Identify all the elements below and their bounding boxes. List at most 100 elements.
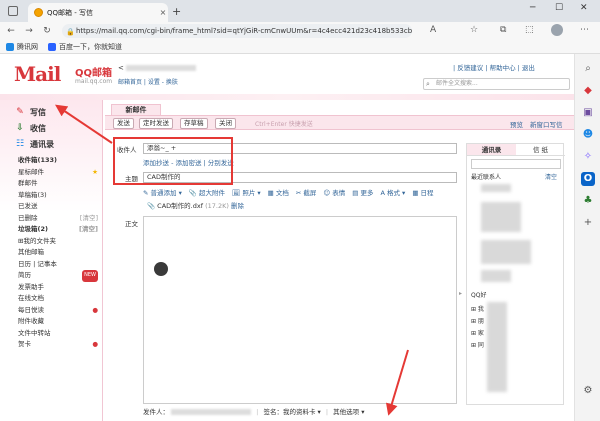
folder-item[interactable]: 其他邮箱 bbox=[18, 247, 98, 259]
qq-group-item[interactable]: ⊞ 家 bbox=[471, 328, 484, 337]
outlook-icon[interactable]: O bbox=[581, 172, 595, 186]
redacted-contact bbox=[481, 240, 531, 264]
profile-avatar[interactable] bbox=[551, 24, 563, 36]
attachment-item[interactable]: 📎 CAD制作的.dxf (17.2K) 删除 bbox=[147, 200, 244, 210]
minimize-icon[interactable]: ─ bbox=[530, 3, 535, 13]
refresh-icon[interactable]: ↻ bbox=[40, 26, 54, 36]
folder-list: 收件箱(133) 星标邮件 ★ 群邮件 草稿箱(3) 已发送 已删除 [清空] 垃圾箱(2) [清… bbox=[18, 155, 98, 351]
qq-group-item[interactable]: ⊞ 同 bbox=[471, 340, 484, 349]
folder-item[interactable]: 日历 | 记事本 bbox=[18, 259, 98, 271]
top-links[interactable]: | 反馈建议 | 帮助中心 | 退出 bbox=[453, 62, 535, 72]
signature-select[interactable]: 签名：我的资料卡 ▾ bbox=[263, 408, 320, 416]
folder-item[interactable]: 已发送 bbox=[18, 201, 98, 213]
preview-link[interactable]: 预览 bbox=[510, 119, 523, 129]
sidebar-settings-icon[interactable]: ⚙ bbox=[581, 384, 595, 398]
user-links[interactable]: 邮箱首页 | 设置 - 换肤 bbox=[118, 77, 178, 86]
other-options-link[interactable]: 其他选项 ▾ bbox=[333, 408, 364, 416]
qq-friends-title: QQ好 bbox=[471, 292, 487, 299]
new-tab-button[interactable]: + bbox=[172, 5, 181, 18]
format-tool[interactable]: 🖼 照片 ▾ bbox=[232, 189, 261, 197]
browser-tab[interactable]: QQ邮箱 - 写信 × bbox=[28, 3, 168, 22]
qq-group-item[interactable]: ⊞ 我 bbox=[471, 304, 484, 313]
contacts-tabs: 通讯录 信 纸 bbox=[467, 144, 565, 156]
tab-contacts[interactable]: 通讯录 bbox=[467, 144, 516, 156]
sender-redacted[interactable] bbox=[171, 409, 252, 415]
format-tool[interactable]: ▦ 文档 bbox=[268, 189, 289, 197]
tag-icon[interactable]: ◆ bbox=[581, 84, 595, 98]
url-bar[interactable]: 🔒 https://mail.qq.com/cgi-bin/frame_html… bbox=[62, 24, 412, 38]
format-tool[interactable]: ▦ 日程 bbox=[412, 189, 433, 197]
browser-address-row: ← → ↻ 🔒 https://mail.qq.com/cgi-bin/fram… bbox=[0, 22, 600, 40]
copilot-icon[interactable]: ✧ bbox=[581, 150, 595, 164]
redacted-contact bbox=[481, 184, 511, 192]
save-draft-button[interactable]: 存草稿 bbox=[180, 118, 208, 129]
format-tool[interactable]: ▤ 更多 bbox=[352, 189, 373, 197]
tab-close-icon[interactable]: × bbox=[158, 8, 168, 17]
attachment-size: (17.2K) bbox=[205, 202, 229, 210]
favorites-icon[interactable]: ☆ bbox=[470, 25, 478, 35]
folder-item[interactable]: 垃圾箱(2) [清空] bbox=[18, 224, 98, 236]
reader-icon[interactable]: A bbox=[430, 25, 436, 35]
receive-button[interactable]: ⇩ 收信 bbox=[14, 121, 46, 135]
tab-stationery[interactable]: 信 纸 bbox=[516, 144, 565, 156]
workspace-icon[interactable] bbox=[8, 6, 18, 16]
folder-item[interactable]: 发票助手 bbox=[18, 282, 98, 294]
more-menu-icon[interactable]: ⋯ bbox=[580, 25, 589, 35]
new-mail-tab[interactable]: 新邮件 bbox=[111, 104, 161, 115]
format-tool[interactable]: A 格式 ▾ bbox=[380, 189, 405, 197]
body-editor[interactable] bbox=[143, 216, 457, 404]
clear-recent-link[interactable]: 清空 bbox=[545, 172, 557, 181]
contacts-button[interactable]: ☷ 通讯录 bbox=[14, 137, 54, 151]
format-tool[interactable]: ✎ 普通添加 ▾ bbox=[143, 189, 182, 197]
folder-item[interactable]: 已删除 [清空] bbox=[18, 213, 98, 225]
back-icon[interactable]: ← bbox=[4, 26, 18, 36]
collections-icon[interactable]: ⧉ bbox=[500, 25, 506, 35]
people-icon[interactable]: ☻ bbox=[581, 128, 595, 142]
window-close-icon[interactable]: ✕ bbox=[580, 3, 588, 13]
send-button[interactable]: 发送 bbox=[113, 118, 134, 129]
contacts-icon: ☷ bbox=[15, 139, 25, 149]
format-tool[interactable]: ✂ 截屏 bbox=[296, 189, 317, 197]
bookmark-baidu[interactable]: 百度一下，你就知道 bbox=[48, 42, 122, 52]
tencent-icon bbox=[6, 42, 14, 51]
extensions-icon[interactable]: ⬚ bbox=[525, 25, 534, 35]
schedule-send-button[interactable]: 定时发送 bbox=[139, 118, 173, 129]
contacts-panel: 通讯录 信 纸 最近联系人 清空 QQ好 ⊞ 我 ⊞ 朋 ⊞ 家 ⊞ 同 bbox=[466, 143, 565, 405]
signature-avatar bbox=[154, 262, 168, 276]
add-icon[interactable]: + bbox=[581, 216, 595, 230]
mail-search-input[interactable]: ⌕ 邮件全文搜索... bbox=[423, 78, 570, 90]
folder-item[interactable]: ⊞我的文件夹 bbox=[18, 236, 98, 248]
left-nav: ✎ 写信 ⇩ 收信 ☷ 通讯录 收件箱(133) 星标邮件 ★ 群邮件 草稿箱(3) 已发… bbox=[0, 100, 103, 421]
toolbox-icon[interactable]: ▣ bbox=[581, 106, 595, 120]
folder-item[interactable]: 星标邮件 ★ bbox=[18, 167, 98, 179]
tree-icon[interactable]: ♣ bbox=[581, 194, 595, 208]
folder-item[interactable]: 文件中转站 bbox=[18, 328, 98, 340]
contacts-search-input[interactable] bbox=[471, 159, 561, 169]
user-name: < bbox=[118, 64, 197, 72]
close-button[interactable]: 关闭 bbox=[215, 118, 236, 129]
mail-logo[interactable]: Mail bbox=[14, 62, 61, 86]
folder-item[interactable]: 每日悦读 ● bbox=[18, 305, 98, 317]
format-tool[interactable]: ☺ 表情 bbox=[323, 189, 345, 197]
folder-item[interactable]: 贺卡 ● bbox=[18, 339, 98, 351]
new-window-link[interactable]: 新窗口写信 bbox=[530, 119, 563, 129]
bookmark-tencent[interactable]: 腾讯网 bbox=[6, 42, 38, 52]
search-icon[interactable]: ⌕ bbox=[581, 62, 595, 76]
folder-item[interactable]: 群邮件 bbox=[18, 178, 98, 190]
forward-icon[interactable]: → bbox=[22, 26, 36, 36]
write-button[interactable]: ✎ 写信 bbox=[14, 105, 46, 119]
maximize-icon[interactable]: ☐ bbox=[555, 3, 563, 13]
qq-group-item[interactable]: ⊞ 朋 bbox=[471, 316, 484, 325]
mail-header: Mail QQ邮箱 mail.qq.com < 邮箱首页 | 设置 - 换肤 |… bbox=[0, 54, 574, 94]
folder-item[interactable]: 在线文档 bbox=[18, 293, 98, 305]
format-tool[interactable]: 📎 超大附件 bbox=[189, 189, 225, 197]
folder-item[interactable]: 草稿箱(3) bbox=[18, 190, 98, 202]
highlight-box bbox=[113, 137, 233, 185]
folder-item[interactable]: 简历 NEW bbox=[18, 270, 98, 282]
attachment-delete-link[interactable]: 删除 bbox=[231, 202, 244, 210]
folder-item[interactable]: 附件收藏 bbox=[18, 316, 98, 328]
folder-item[interactable]: 收件箱(133) bbox=[18, 155, 98, 167]
collapse-contacts-icon[interactable]: ▸ bbox=[459, 290, 462, 297]
mail-logo-sub: QQ邮箱 bbox=[75, 68, 113, 79]
redacted-contact bbox=[481, 270, 511, 282]
